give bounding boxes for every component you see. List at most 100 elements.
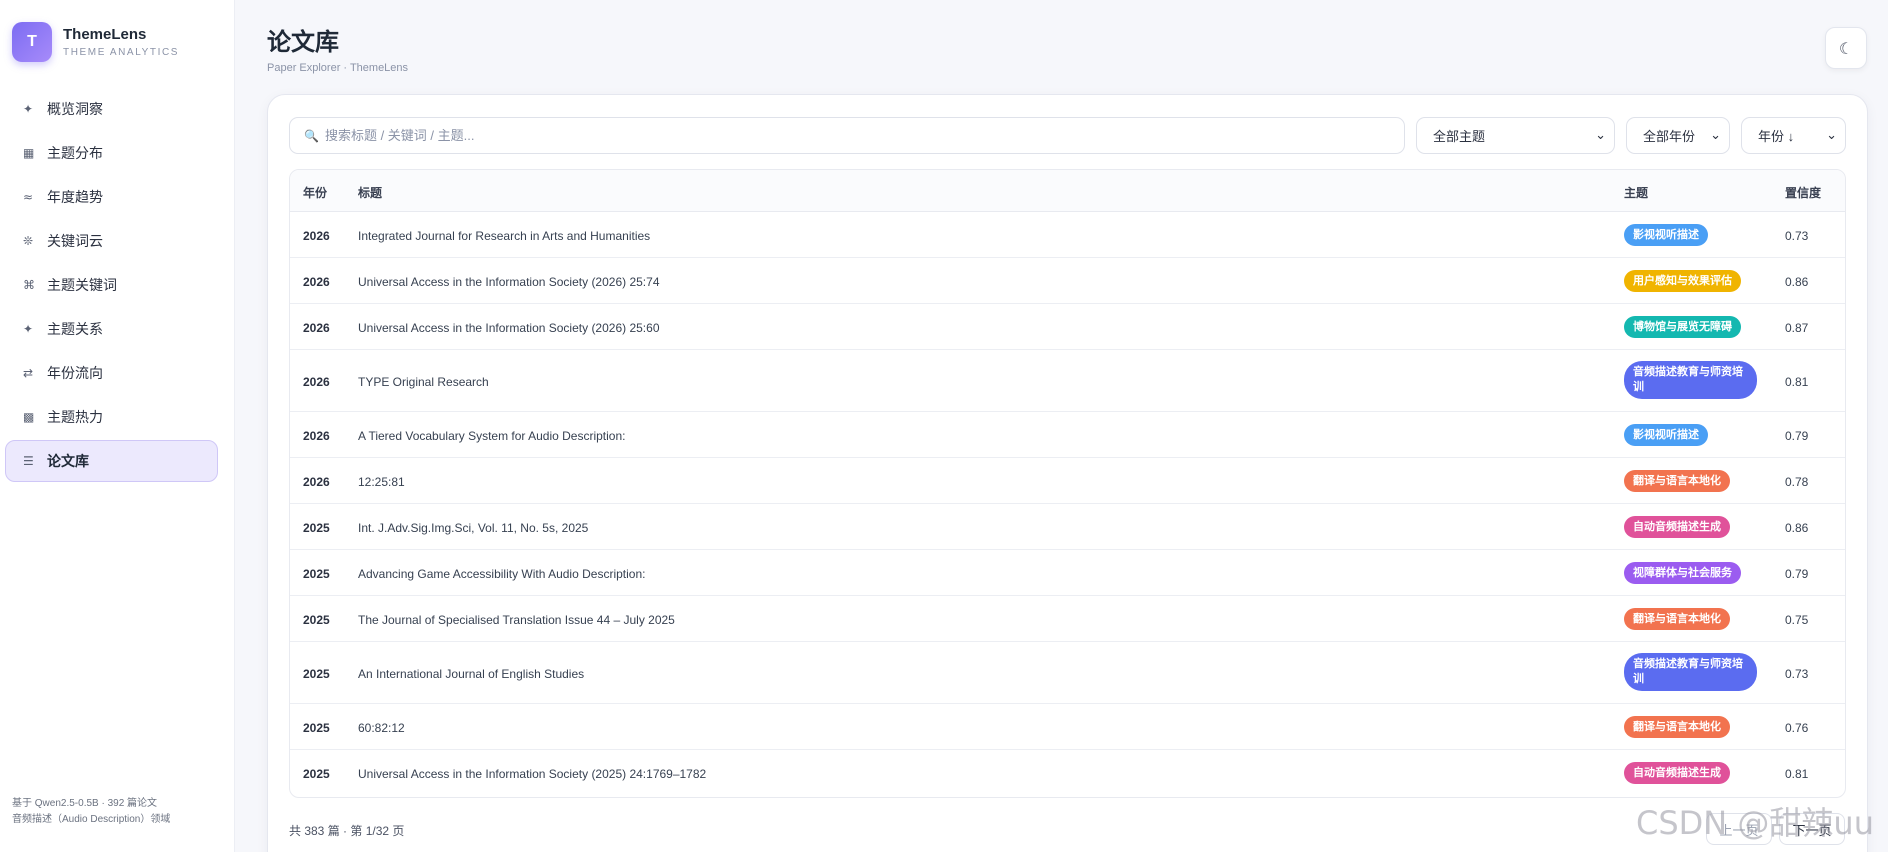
cell-title: Universal Access in the Information Soci… bbox=[358, 321, 660, 335]
cell-year: 2025 bbox=[303, 767, 330, 781]
cell-year: 2025 bbox=[303, 567, 330, 581]
cell-title: TYPE Original Research bbox=[358, 375, 489, 389]
header-topic[interactable]: 主题 bbox=[1624, 184, 1648, 201]
cell-title: Advancing Game Accessibility With Audio … bbox=[358, 567, 646, 581]
command-icon: ⌘ bbox=[23, 278, 35, 292]
sidebar-item-8[interactable]: ☰ 论文库 bbox=[5, 440, 218, 482]
topic-badge: 影视视听描述 bbox=[1624, 224, 1708, 246]
table-row[interactable]: 2025 Advancing Game Accessibility With Au… bbox=[290, 550, 1845, 596]
cell-title: The Journal of Specialised Translation I… bbox=[358, 613, 675, 627]
topic-badge: 用户感知与效果评估 bbox=[1624, 270, 1741, 292]
cell-title: Universal Access in the Information Soci… bbox=[358, 275, 660, 289]
cell-year: 2025 bbox=[303, 521, 330, 535]
table-row[interactable]: 2026 Integrated Journal for Research in A… bbox=[290, 212, 1845, 258]
table-row[interactable]: 2025 Universal Access in the Information … bbox=[290, 750, 1845, 796]
moon-icon: ☾ bbox=[1838, 38, 1854, 58]
cell-year: 2025 bbox=[303, 721, 330, 735]
table-row[interactable]: 2025 An International Journal of English … bbox=[290, 642, 1845, 704]
sidebar-item-1[interactable]: ▦ 主题分布 bbox=[5, 132, 218, 174]
sidebar-item-label: 主题热力 bbox=[47, 409, 103, 425]
table-row[interactable]: 2026 Universal Access in the Information … bbox=[290, 258, 1845, 304]
sidebar-item-label: 主题关键词 bbox=[47, 277, 117, 293]
sidebar-item-label: 年度趋势 bbox=[47, 189, 103, 205]
search-input[interactable] bbox=[324, 128, 1385, 143]
sidebar-item-label: 关键词云 bbox=[47, 233, 103, 249]
cell-year: 2025 bbox=[303, 667, 330, 681]
heatmap-icon: ▩ bbox=[23, 410, 35, 424]
cell-confidence: 0.87 bbox=[1785, 321, 1809, 335]
sidebar-footer: 基于 Qwen2.5-0.5B · 392 篇论文 音频描述（Audio Des… bbox=[12, 796, 170, 828]
cell-title: An International Journal of English Stud… bbox=[358, 667, 585, 681]
table-row[interactable]: 2026 Universal Access in the Information … bbox=[290, 304, 1845, 350]
next-page-button[interactable]: 下一页 bbox=[1779, 813, 1845, 845]
cell-title: 60:82:12 bbox=[358, 721, 405, 735]
sidebar-item-label: 论文库 bbox=[47, 453, 89, 469]
sidebar-item-6[interactable]: ⇄ 年份流向 bbox=[5, 352, 218, 394]
page-subtitle: Paper Explorer · ThemeLens bbox=[267, 62, 409, 74]
sort-select[interactable]: 年份 ↓ ⌄ bbox=[1741, 117, 1846, 154]
sidebar-item-label: 年份流向 bbox=[47, 365, 103, 381]
cell-confidence: 0.78 bbox=[1785, 475, 1809, 489]
pagination-summary: 共 383 篇 · 第 1/32 页 bbox=[289, 824, 405, 838]
header-title[interactable]: 标题 bbox=[358, 184, 382, 201]
sidebar-item-3[interactable]: ❊ 关键词云 bbox=[5, 220, 218, 262]
sidebar-item-0[interactable]: ✦ 概览洞察 bbox=[5, 88, 218, 130]
topic-badge: 影视视听描述 bbox=[1624, 424, 1708, 446]
sidebar: T ThemeLens THEME ANALYTICS ✦ 概览洞察 ▦ 主题分布 ≈ 年… bbox=[0, 0, 235, 852]
cell-confidence: 0.73 bbox=[1785, 667, 1809, 681]
sidebar-item-7[interactable]: ▩ 主题热力 bbox=[5, 396, 218, 438]
topic-badge: 博物馆与展览无障碍 bbox=[1624, 316, 1741, 338]
table-row[interactable]: 2025 The Journal of Specialised Translati… bbox=[290, 596, 1845, 642]
table-row[interactable]: 2026 12:25:81 翻译与语言本地化 0.78 bbox=[290, 458, 1845, 504]
cell-confidence: 0.73 bbox=[1785, 229, 1809, 243]
chevron-down-icon: ⌄ bbox=[1595, 128, 1606, 143]
brand-logo: T bbox=[12, 22, 52, 62]
list-icon: ☰ bbox=[23, 454, 34, 468]
topic-badge: 音频描述教育与师资培训 bbox=[1624, 653, 1757, 691]
year-select[interactable]: 全部年份 ⌄ bbox=[1626, 117, 1730, 154]
chevron-down-icon: ⌄ bbox=[1710, 128, 1721, 143]
topic-badge: 视障群体与社会服务 bbox=[1624, 562, 1741, 584]
topic-badge: 翻译与语言本地化 bbox=[1624, 608, 1730, 630]
cell-confidence: 0.79 bbox=[1785, 429, 1809, 443]
sidebar-item-4[interactable]: ⌘ 主题关键词 bbox=[5, 264, 218, 306]
page-title: 论文库 bbox=[267, 29, 339, 56]
cell-year: 2026 bbox=[303, 321, 330, 335]
header-confidence[interactable]: 置信度 bbox=[1785, 184, 1821, 201]
sidebar-item-5[interactable]: ✦ 主题关系 bbox=[5, 308, 218, 350]
theme-toggle-button[interactable]: ☾ bbox=[1825, 27, 1867, 69]
cell-title: Int. J.Adv.Sig.Img.Sci, Vol. 11, No. 5s,… bbox=[358, 521, 589, 535]
sidebar-footer-model: 基于 Qwen2.5-0.5B · 392 篇论文 bbox=[12, 798, 158, 809]
cell-title: 12:25:81 bbox=[358, 475, 405, 489]
sidebar-item-2[interactable]: ≈ 年度趋势 bbox=[5, 176, 218, 218]
header-year[interactable]: 年份 bbox=[303, 184, 327, 201]
cell-year: 2026 bbox=[303, 275, 330, 289]
cell-year: 2026 bbox=[303, 475, 330, 489]
table-row[interactable]: 2025 Int. J.Adv.Sig.Img.Sci, Vol. 11, No.… bbox=[290, 504, 1845, 550]
table-row[interactable]: 2026 A Tiered Vocabulary System for Audio… bbox=[290, 412, 1845, 458]
wave-icon: ≈ bbox=[23, 190, 34, 204]
cell-confidence: 0.81 bbox=[1785, 767, 1809, 781]
cell-year: 2026 bbox=[303, 429, 330, 443]
cell-year: 2026 bbox=[303, 375, 330, 389]
arrows-icon: ⇄ bbox=[23, 366, 34, 380]
brand[interactable]: T ThemeLens THEME ANALYTICS bbox=[12, 22, 179, 62]
sort-select-value: 年份 ↓ bbox=[1758, 129, 1795, 144]
topic-badge: 翻译与语言本地化 bbox=[1624, 716, 1730, 738]
table-row[interactable]: 2025 60:82:12 翻译与语言本地化 0.76 bbox=[290, 704, 1845, 750]
topic-select[interactable]: 全部主题 ⌄ bbox=[1416, 117, 1615, 154]
table-row[interactable]: 2026 TYPE Original Research 音频描述教育与师资培训 0.8… bbox=[290, 350, 1845, 412]
topic-badge: 音频描述教育与师资培训 bbox=[1624, 361, 1757, 399]
chevron-down-icon: ⌄ bbox=[1826, 128, 1837, 143]
table-header: 年份 标题 主题 置信度 bbox=[290, 170, 1845, 212]
search-box[interactable]: 🔍 bbox=[289, 117, 1405, 154]
topic-badge: 自动音频描述生成 bbox=[1624, 516, 1730, 538]
cell-confidence: 0.75 bbox=[1785, 613, 1809, 627]
cell-title: Universal Access in the Information Soci… bbox=[358, 767, 707, 781]
paper-table: 年份 标题 主题 置信度 2026 Integrated Journal for … bbox=[289, 169, 1846, 798]
cell-title: Integrated Journal for Research in Arts … bbox=[358, 229, 651, 243]
prev-page-button[interactable]: 上一页 bbox=[1706, 813, 1772, 845]
star-icon: ✦ bbox=[23, 322, 34, 336]
cell-confidence: 0.86 bbox=[1785, 521, 1809, 535]
sidebar-footer-domain: 音频描述（Audio Description）领域 bbox=[12, 814, 171, 825]
